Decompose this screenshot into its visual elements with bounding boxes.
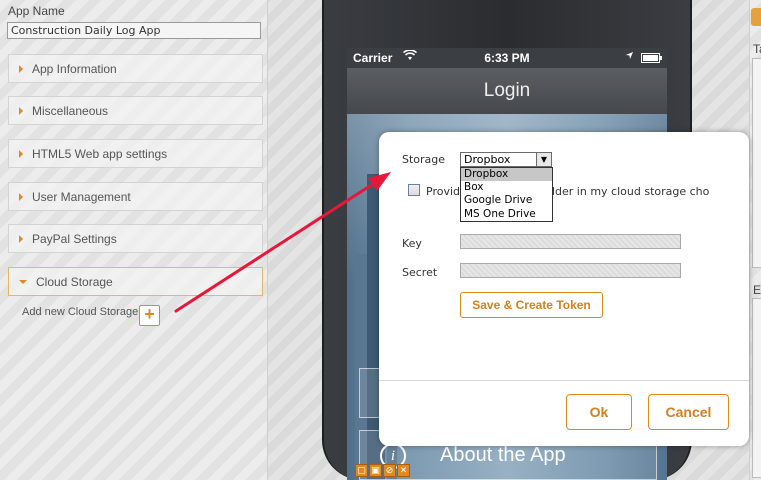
lock-icon[interactable]: ▣: [369, 464, 382, 477]
right-panel-label-top: Ta: [753, 42, 761, 56]
battery-icon: [641, 53, 662, 63]
triangle-right-icon: [19, 106, 23, 115]
right-panel-box-bottom: [752, 298, 761, 478]
right-panel-label-bottom: El: [753, 283, 761, 297]
storage-select[interactable]: Dropbox ▼: [460, 152, 552, 167]
right-properties-panel: Ta El: [749, 0, 761, 480]
secret-label: Secret: [402, 266, 438, 279]
element-toolbar: ▢ ▣ ⊘ ✕: [355, 464, 410, 477]
section-miscellaneous[interactable]: Miscellaneous: [8, 96, 263, 125]
section-cloud-storage[interactable]: Cloud Storage: [8, 267, 263, 296]
section-paypal-settings[interactable]: PayPal Settings: [8, 224, 263, 253]
triangle-right-icon: [19, 64, 23, 73]
storage-dropdown-list: Dropbox Box Google Drive MS One Drive: [460, 167, 553, 222]
section-label: App Information: [32, 61, 117, 76]
cancel-button[interactable]: Cancel: [648, 394, 729, 430]
disable-icon[interactable]: ⊘: [383, 464, 396, 477]
section-label: PayPal Settings: [32, 231, 117, 246]
dialog-divider: [379, 380, 749, 381]
storage-label: Storage: [402, 153, 446, 166]
phone-nav-title: Login: [347, 68, 667, 114]
cloud-storage-dialog: Storage Dropbox ▼ Dropbox Box Google Dri…: [379, 132, 749, 446]
triangle-right-icon: [19, 234, 23, 243]
add-cloud-storage-button[interactable]: +: [139, 305, 160, 326]
add-cloud-storage-label: Add new Cloud Storage: [22, 306, 139, 318]
storage-option-ms-one-drive[interactable]: MS One Drive: [461, 208, 552, 221]
section-label: Cloud Storage: [36, 274, 113, 289]
triangle-down-icon: [19, 279, 27, 284]
section-label: User Management: [32, 189, 131, 204]
location-arrow-icon: [625, 51, 634, 63]
ok-button[interactable]: Ok: [566, 394, 632, 430]
copy-icon[interactable]: ▢: [355, 464, 368, 477]
section-html5-web-app-settings[interactable]: HTML5 Web app settings: [8, 139, 263, 168]
panel-tab[interactable]: [751, 8, 761, 26]
app-name-input[interactable]: Construction Daily Log App: [7, 22, 261, 39]
properties-panel: App Name Construction Daily Log App App …: [0, 0, 268, 480]
provide-folder-text: Provide my own app folder in my cloud st…: [426, 185, 710, 198]
storage-option-box[interactable]: Box: [461, 181, 552, 194]
secret-input[interactable]: [460, 263, 681, 278]
delete-icon[interactable]: ✕: [397, 464, 410, 477]
key-input[interactable]: [460, 234, 681, 249]
storage-selected-value: Dropbox: [464, 153, 511, 166]
section-label: HTML5 Web app settings: [32, 146, 168, 161]
triangle-right-icon: [19, 192, 23, 201]
triangle-right-icon: [19, 149, 23, 158]
storage-option-google-drive[interactable]: Google Drive: [461, 194, 552, 207]
status-time: 6:33 PM: [484, 51, 530, 65]
section-user-management[interactable]: User Management: [8, 182, 263, 211]
right-panel-box-top: [752, 58, 761, 268]
chevron-down-icon[interactable]: ▼: [536, 153, 551, 166]
storage-option-dropbox[interactable]: Dropbox: [461, 168, 552, 182]
key-label: Key: [402, 237, 422, 250]
app-name-label: App Name: [8, 4, 65, 18]
section-app-information[interactable]: App Information: [8, 54, 263, 83]
save-create-token-button[interactable]: Save & Create Token: [460, 292, 603, 318]
about-the-app-label: About the App: [440, 444, 566, 466]
section-label: Miscellaneous: [32, 103, 109, 118]
phone-status-bar: Carrier 6:33 PM: [347, 48, 667, 68]
